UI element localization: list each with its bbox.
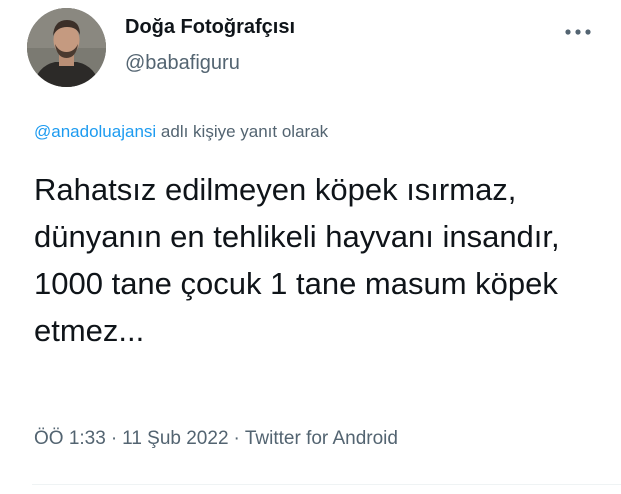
tweet-time[interactable]: ÖÖ 1:33 (34, 428, 106, 449)
tweet-text: Rahatsız edilmeyen köpek ısırmaz, dünyan… (34, 172, 560, 348)
avatar[interactable] (27, 8, 106, 87)
profile-photo-icon (27, 8, 106, 87)
more-button[interactable] (560, 22, 596, 42)
tweet-meta: ÖÖ 1:33 · 11 Şub 2022 · Twitter for Android (34, 428, 398, 450)
reply-context: @anadoluajansi adlı kişiye yanıt olarak (34, 122, 328, 142)
display-name[interactable]: Doğa Fotoğrafçısı (125, 16, 295, 39)
reply-mention-link[interactable]: @anadoluajansi (34, 122, 156, 141)
tweet-date[interactable]: 11 Şub 2022 (122, 428, 228, 449)
meta-separator: · (110, 428, 118, 449)
divider (32, 484, 621, 485)
username[interactable]: @babafiguru (125, 52, 240, 75)
tweet-source[interactable]: Twitter for Android (245, 428, 398, 449)
meta-separator: · (233, 428, 240, 449)
reply-context-text: adlı kişiye yanıt olarak (156, 122, 329, 141)
more-horizontal-icon (565, 29, 591, 35)
tweet: Doğa Fotoğrafçısı @babafiguru @anadoluaj… (0, 0, 621, 494)
